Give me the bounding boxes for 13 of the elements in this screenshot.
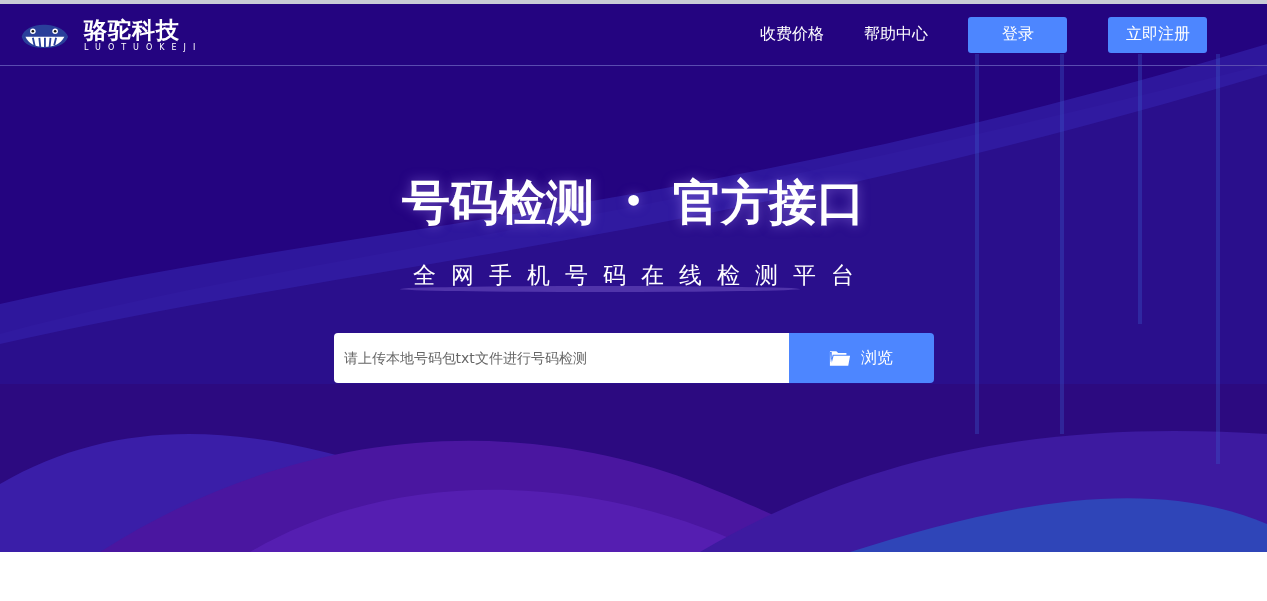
- logo-subtitle: LUOTUOKEJI: [84, 42, 203, 53]
- file-path-field[interactable]: 请上传本地号码包txt文件进行号码检测: [333, 333, 789, 383]
- nav-link[interactable]: 收费价格: [760, 24, 824, 45]
- nav-link[interactable]: 帮助中心: [864, 24, 928, 45]
- browse-button[interactable]: 浏览: [788, 333, 934, 383]
- separator-dot: •: [623, 183, 644, 221]
- hero-title: 官方接口: [673, 173, 866, 232]
- hero-title: 号码检测: [401, 173, 594, 232]
- register-button[interactable]: 立即注册: [1108, 16, 1207, 53]
- logo-name: 骆驼科技: [84, 16, 181, 43]
- hero-subtitle: 全网手机号码在线检测平台: [413, 261, 869, 290]
- login-button[interactable]: 登录: [968, 16, 1067, 53]
- folder-icon: [829, 348, 851, 368]
